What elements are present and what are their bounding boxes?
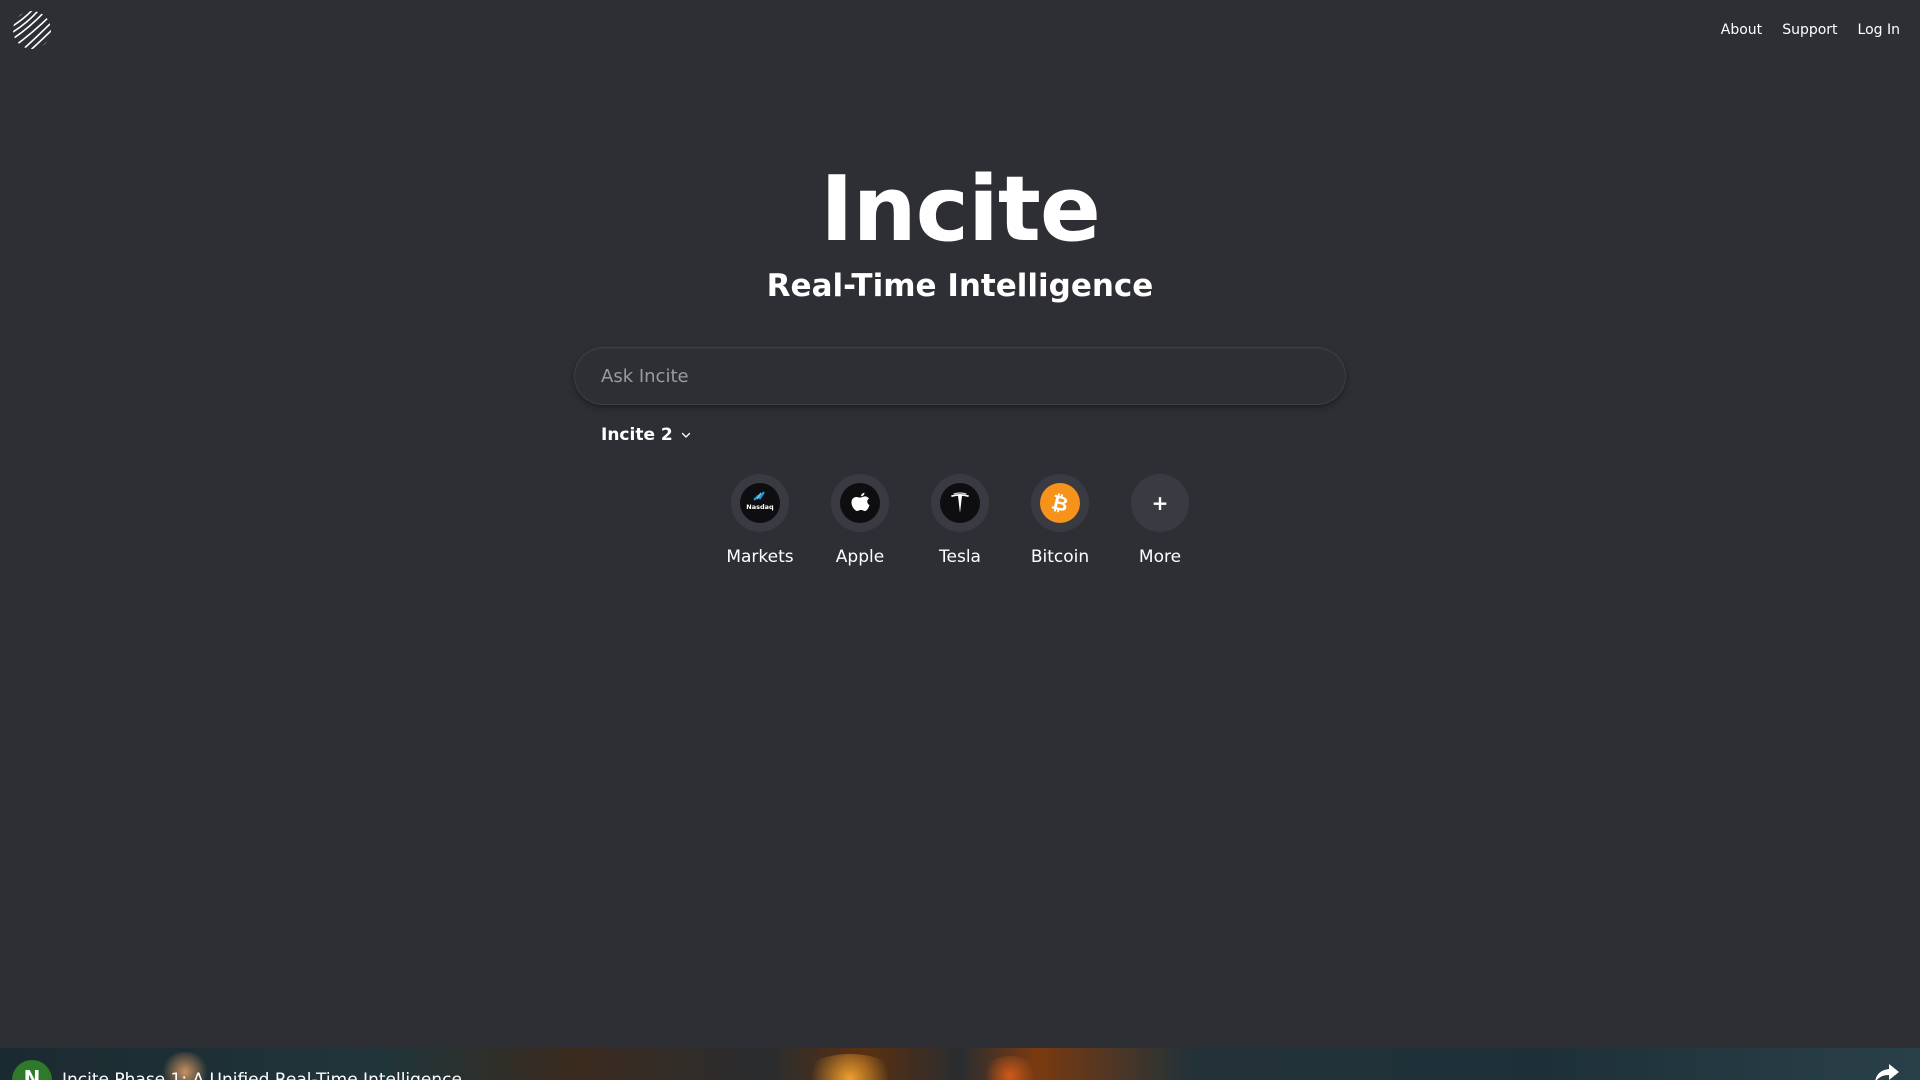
topic-icon-circle xyxy=(931,474,989,532)
topic-icon-circle: ₿ xyxy=(1031,474,1089,532)
page-title: Incite xyxy=(820,157,1101,262)
fingerprint-icon[interactable] xyxy=(12,10,52,50)
nav-link-login[interactable]: Log In xyxy=(1858,20,1900,40)
topic-label: Apple xyxy=(835,547,885,567)
model-selector[interactable]: Incite 2 xyxy=(601,425,691,445)
video-embed[interactable]: N Incite Phase 1: A Unified Real-Time In… xyxy=(0,1048,1920,1080)
topic-markets[interactable]: Nasdaq Markets xyxy=(710,474,810,568)
model-selector-label: Incite 2 xyxy=(601,425,673,445)
topic-apple[interactable]: Apple xyxy=(810,474,910,568)
svg-text:Nasdaq: Nasdaq xyxy=(746,503,774,511)
nasdaq-icon: Nasdaq xyxy=(740,483,780,523)
topic-more[interactable]: + More xyxy=(1110,474,1210,568)
video-title[interactable]: Incite Phase 1: A Unified Real-Time Inte… xyxy=(62,1070,462,1080)
search-box xyxy=(575,348,1345,404)
channel-avatar[interactable]: N xyxy=(12,1060,52,1080)
plus-icon: + xyxy=(1131,474,1189,532)
topic-icon-circle xyxy=(831,474,889,532)
chevron-down-icon xyxy=(681,432,690,438)
topic-label: Bitcoin xyxy=(1030,547,1090,567)
topic-bitcoin[interactable]: ₿ Bitcoin xyxy=(1010,474,1110,568)
search-input[interactable] xyxy=(575,348,1345,404)
top-nav: About Support Log In xyxy=(1721,20,1900,40)
svg-text:₿: ₿ xyxy=(1049,489,1071,516)
topic-icon-circle: Nasdaq xyxy=(731,474,789,532)
page: About Support Log In Incite Real-Time In… xyxy=(0,0,1920,1080)
topic-label: More xyxy=(1138,547,1182,567)
nav-link-support[interactable]: Support xyxy=(1782,20,1837,40)
share-icon[interactable] xyxy=(1874,1062,1900,1080)
topic-tesla[interactable]: Tesla xyxy=(910,474,1010,568)
apple-icon xyxy=(840,483,880,523)
topic-shortcuts: Nasdaq Markets Apple Tesla ₿ Bitcoin + M… xyxy=(0,474,1920,568)
page-subtitle: Real-Time Intelligence xyxy=(766,268,1154,304)
tesla-icon xyxy=(940,483,980,523)
nav-link-about[interactable]: About xyxy=(1721,20,1762,40)
topic-label: Tesla xyxy=(939,547,981,567)
topic-label: Markets xyxy=(726,547,794,567)
bitcoin-icon: ₿ xyxy=(1040,483,1080,523)
